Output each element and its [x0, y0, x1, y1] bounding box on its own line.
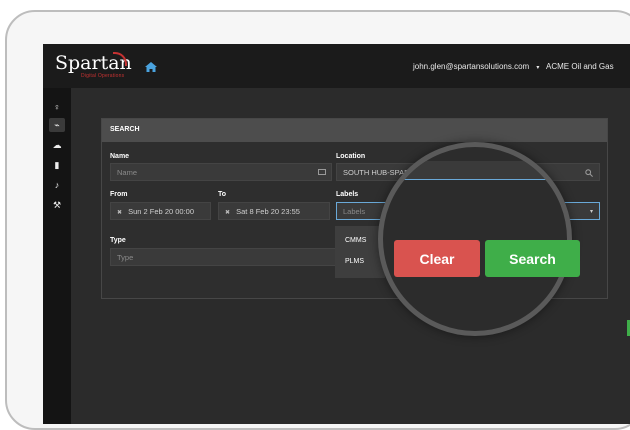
to-label: To [218, 191, 227, 198]
panel-title: SEARCH [110, 126, 140, 133]
home-icon[interactable] [145, 62, 157, 72]
lightbulb-icon[interactable]: ♀ [49, 100, 65, 114]
from-label: From [110, 191, 128, 198]
panel-header: SEARCH [102, 119, 607, 142]
user-email: john.glen@spartansolutions.com [413, 62, 530, 71]
from-date-value: Sun 2 Feb 20 00:00 [128, 207, 195, 216]
labels-placeholder: Labels [343, 207, 366, 216]
type-input[interactable]: Type [110, 248, 338, 266]
search-icon [585, 169, 593, 177]
wrench-icon[interactable]: ⚒ [49, 198, 65, 212]
type-placeholder: Type [117, 253, 134, 262]
magnifier-lens [378, 142, 572, 336]
search-button[interactable]: Search [485, 240, 580, 277]
users-icon[interactable]: ☁ [49, 138, 65, 152]
close-icon[interactable]: ✖ [225, 210, 230, 216]
from-date-input[interactable]: ✖ Sun 2 Feb 20 00:00 [110, 202, 211, 220]
magnified-labels-field [383, 161, 567, 180]
sidebar: ♀ ⌁ ☁ ▮ ♪ ⚒ [43, 88, 71, 424]
name-placeholder: Name [117, 168, 138, 177]
chevron-down-icon: ▾ [536, 65, 540, 71]
organization-name[interactable]: ACME Oil and Gas [546, 62, 614, 71]
close-icon[interactable]: ✖ [117, 210, 122, 216]
type-label: Type [110, 237, 126, 244]
location-label: Location [336, 153, 366, 160]
id-card-icon [318, 169, 326, 175]
logo-subtitle: Digital Operations [81, 73, 125, 79]
name-label: Name [110, 153, 130, 160]
dropdown-option-plms[interactable]: PLMS [345, 258, 364, 265]
to-date-value: Sat 8 Feb 20 23:55 [236, 207, 300, 216]
name-input[interactable]: Name [110, 163, 332, 181]
top-navbar: Spartan Digital Operations john.glen@spa… [43, 44, 630, 88]
chart-icon[interactable]: ⌁ [49, 118, 65, 132]
clear-button[interactable]: Clear [394, 240, 480, 277]
labels-label: Labels [336, 191, 359, 198]
user-menu[interactable]: john.glen@spartansolutions.com ▾ [413, 62, 539, 71]
bell-icon[interactable]: ♪ [49, 178, 65, 192]
to-date-input[interactable]: ✖ Sat 8 Feb 20 23:55 [218, 202, 330, 220]
chevron-down-icon: ▾ [589, 209, 593, 215]
dropdown-option-cmms[interactable]: CMMS [345, 237, 366, 244]
thermometer-icon[interactable]: ▮ [49, 158, 65, 172]
